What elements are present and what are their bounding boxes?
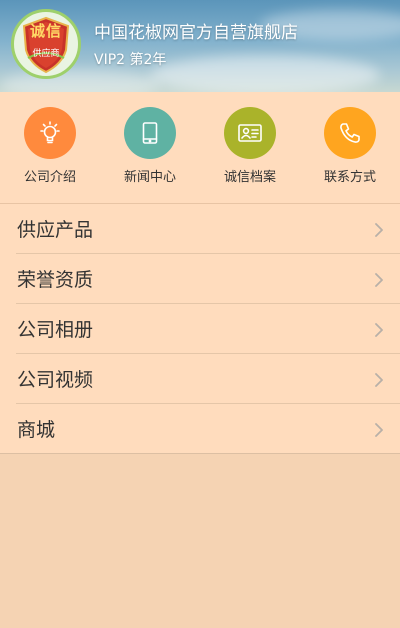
avatar-badge-subtitle: 供应商 bbox=[32, 49, 60, 59]
quick-link-company-intro[interactable]: 公司介绍 bbox=[0, 107, 100, 189]
id-card-icon bbox=[224, 107, 276, 159]
menu-item-honors[interactable]: 荣誉资质 bbox=[16, 254, 400, 304]
quick-link-contact[interactable]: 联系方式 bbox=[300, 107, 400, 189]
menu-item-label: 商城 bbox=[17, 419, 56, 441]
chevron-right-icon bbox=[375, 373, 383, 387]
phone-icon bbox=[324, 107, 376, 159]
quick-link-credit-file[interactable]: 诚信档案 bbox=[200, 107, 300, 189]
quick-links: 公司介绍 新闻中心 诚信档案 联系方式 bbox=[0, 92, 400, 204]
quick-link-news-center[interactable]: 新闻中心 bbox=[100, 107, 200, 189]
menu-item-products[interactable]: 供应产品 bbox=[16, 204, 400, 254]
quick-link-label: 公司介绍 bbox=[23, 170, 76, 185]
cloud-decoration bbox=[150, 55, 380, 92]
menu-item-label: 公司相册 bbox=[17, 319, 94, 341]
menu-item-video[interactable]: 公司视频 bbox=[16, 354, 400, 404]
avatar-badge-title: 诚信 bbox=[29, 22, 62, 40]
store-level: VIP2 第2年 bbox=[94, 52, 167, 68]
tablet-icon bbox=[124, 107, 176, 159]
menu-item-album[interactable]: 公司相册 bbox=[16, 304, 400, 354]
chevron-right-icon bbox=[375, 323, 383, 337]
quick-link-label: 新闻中心 bbox=[123, 170, 176, 185]
store-header: 诚信 供应商 中国花椒网官方自营旗舰店 VIP2 第2年 bbox=[0, 0, 400, 92]
lightbulb-icon bbox=[24, 107, 76, 159]
chevron-right-icon bbox=[375, 423, 383, 437]
menu-item-label: 供应产品 bbox=[17, 219, 94, 241]
store-name: 中国花椒网官方自营旗舰店 bbox=[94, 23, 298, 43]
menu-item-mall[interactable]: 商城 bbox=[16, 404, 400, 453]
menu-item-label: 公司视频 bbox=[17, 369, 94, 391]
chevron-right-icon bbox=[375, 223, 383, 237]
chevron-right-icon bbox=[375, 273, 383, 287]
menu-list: 供应产品 荣誉资质 公司相册 公司视频 商城 bbox=[0, 204, 400, 454]
quick-link-label: 诚信档案 bbox=[223, 170, 276, 185]
menu-item-label: 荣誉资质 bbox=[17, 269, 94, 291]
store-avatar[interactable]: 诚信 供应商 bbox=[11, 9, 81, 79]
quick-link-label: 联系方式 bbox=[323, 170, 376, 185]
